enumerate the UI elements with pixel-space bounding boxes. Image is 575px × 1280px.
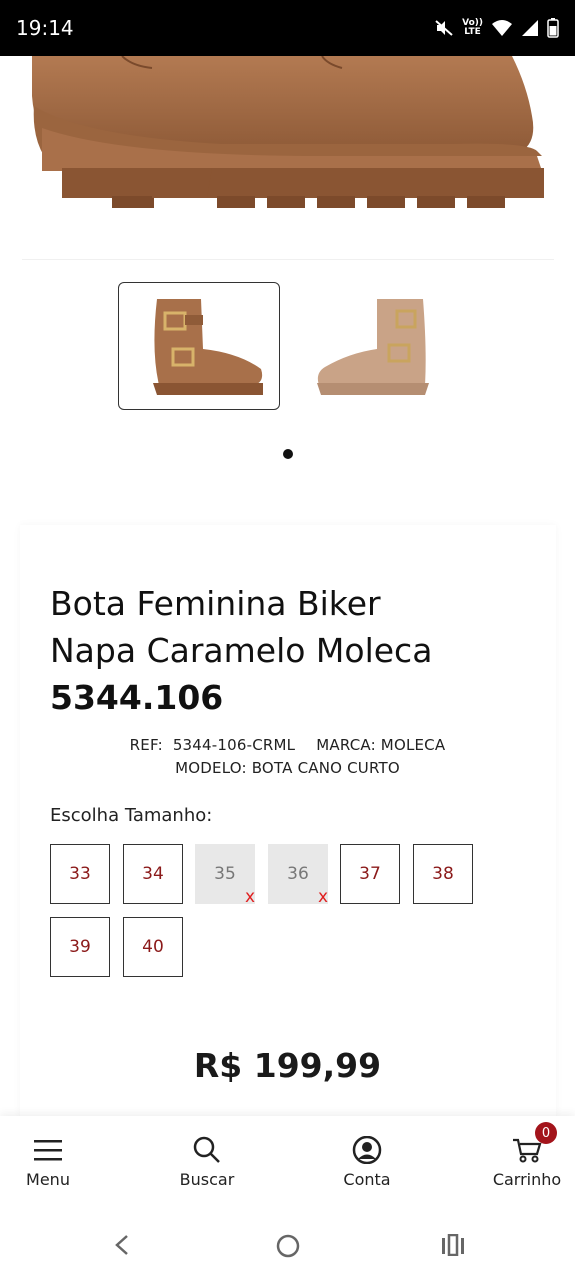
account-icon	[352, 1136, 382, 1164]
status-bar: 19:14 Vo)) LTE	[0, 0, 575, 56]
cart-count-badge: 0	[535, 1122, 557, 1144]
nav-cart[interactable]: 0 Carrinho	[472, 1122, 575, 1189]
search-icon	[193, 1136, 220, 1163]
nav-search[interactable]: Buscar	[152, 1136, 262, 1189]
nav-menu-label: Menu	[26, 1170, 70, 1189]
back-icon[interactable]	[113, 1234, 131, 1256]
product-meta: REF: 5344-106-CRML MARCA: MOLECA MODELO:…	[50, 734, 525, 780]
product-main-image[interactable]	[22, 56, 554, 260]
hamburger-icon	[34, 1140, 62, 1161]
status-icons: Vo)) LTE	[434, 18, 559, 38]
thumbnail-gallery	[0, 282, 575, 412]
size-option-33[interactable]: 33	[50, 844, 110, 904]
thumbnail-1[interactable]	[118, 282, 280, 410]
boot-hero-image	[32, 56, 544, 208]
product-title: Bota Feminina Biker Napa Caramelo Moleca…	[50, 584, 433, 717]
bottom-nav: Menu Buscar Conta 0 Carrinho	[0, 1116, 575, 1212]
nav-account-label: Conta	[343, 1170, 391, 1189]
size-option-40[interactable]: 40	[123, 917, 183, 977]
battery-icon	[547, 18, 559, 38]
product-price: R$ 199,99	[193, 1046, 382, 1085]
size-option-39[interactable]: 39	[50, 917, 110, 977]
model-info: MODELO: BOTA CANO CURTO	[175, 759, 400, 777]
signal-icon	[522, 20, 538, 36]
wifi-icon	[492, 20, 512, 36]
boot-thumbnail-image	[153, 299, 263, 395]
status-time: 19:14	[16, 16, 74, 40]
carousel-dot-active[interactable]	[283, 449, 293, 459]
size-option-35: 35 x	[195, 844, 255, 907]
brand-info: MARCA: MOLECA	[316, 736, 446, 754]
size-option-36: 36 x	[268, 844, 328, 907]
nav-search-label: Buscar	[179, 1170, 235, 1189]
recent-apps-icon[interactable]	[441, 1234, 465, 1256]
ref-info: REF: 5344-106-CRML	[129, 736, 296, 754]
size-option-37[interactable]: 37	[340, 844, 400, 904]
unavailable-x-icon: x	[244, 887, 255, 907]
volte-icon: Vo)) LTE	[462, 18, 483, 37]
nav-cart-label: Carrinho	[492, 1170, 562, 1189]
system-nav-bar	[0, 1212, 575, 1280]
unavailable-x-icon: x	[317, 887, 328, 907]
size-option-38[interactable]: 38	[413, 844, 473, 904]
home-icon[interactable]	[276, 1234, 300, 1258]
boot-thumbnail-image	[317, 299, 429, 395]
size-option-34[interactable]: 34	[123, 844, 183, 904]
mute-icon	[435, 20, 453, 36]
size-prompt: Escolha Tamanho:	[50, 805, 213, 826]
thumbnail-2[interactable]	[296, 282, 458, 410]
nav-menu[interactable]: Menu	[0, 1136, 103, 1189]
nav-account[interactable]: Conta	[312, 1136, 422, 1189]
